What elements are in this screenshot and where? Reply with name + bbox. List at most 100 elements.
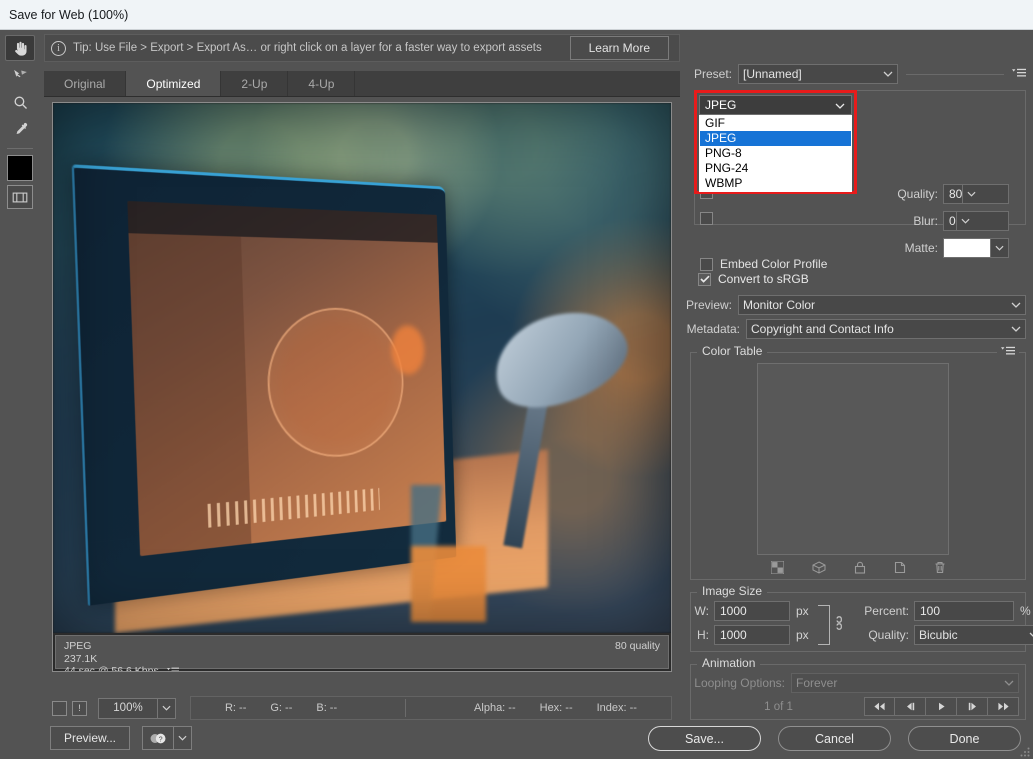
status-bar: ! 100% R: -- G: -- B: -- Alpha: -- Hex: …	[52, 694, 672, 722]
chevron-down-icon	[883, 71, 893, 77]
play-button[interactable]	[926, 697, 957, 716]
matte-row: Matte:	[882, 237, 1026, 259]
metadata-row: Metadata: Copyright and Contact Info	[686, 318, 1026, 340]
percent-unit: %	[1020, 604, 1031, 618]
tab-2up[interactable]: 2-Up	[221, 71, 289, 96]
resize-grip[interactable]	[1020, 746, 1030, 757]
constrain-proportions-toggle[interactable]	[816, 605, 842, 645]
color-readouts: R: -- G: -- B: -- Alpha: -- Hex: -- Inde…	[190, 696, 672, 720]
window-titlebar: Save for Web (100%)	[0, 0, 1033, 30]
chevron-down-icon	[1011, 302, 1021, 308]
new-color-icon[interactable]	[894, 561, 906, 577]
preset-select[interactable]: [Unnamed]	[738, 64, 898, 84]
zoom-tool[interactable]	[5, 89, 35, 115]
web-safe-cube-icon[interactable]	[812, 561, 826, 577]
looping-options-select[interactable]: Forever	[791, 673, 1019, 693]
chevron-down-icon[interactable]	[955, 212, 974, 230]
info-menu-icon[interactable]	[166, 667, 179, 671]
readout-r: R: --	[224, 702, 247, 714]
chevron-down-icon	[1011, 326, 1021, 332]
last-frame-button[interactable]	[988, 697, 1019, 716]
format-option-png24[interactable]: PNG-24	[700, 161, 851, 176]
blur-input[interactable]: 0	[943, 211, 1009, 231]
toggle-slice-visibility-button[interactable]	[7, 185, 33, 209]
format-option-gif[interactable]: GIF	[700, 116, 851, 131]
next-frame-button[interactable]	[957, 697, 988, 716]
view-tabs: Original Optimized 2-Up 4-Up	[44, 71, 680, 97]
progressive-checkbox[interactable]	[700, 212, 713, 228]
tab-original[interactable]: Original	[44, 71, 127, 96]
readout-index: Index: --	[596, 702, 637, 714]
save-button[interactable]: Save...	[648, 726, 761, 751]
zoom-level-select[interactable]: 100%	[98, 697, 176, 719]
chevron-down-icon	[157, 698, 175, 718]
format-option-wbmp[interactable]: WBMP	[700, 176, 851, 191]
animation-title: Animation	[697, 656, 761, 670]
embed-color-profile-checkbox[interactable]	[700, 257, 713, 271]
tab-4up[interactable]: 4-Up	[288, 71, 356, 96]
preview-button[interactable]: Preview...	[50, 726, 130, 750]
first-frame-button[interactable]	[864, 697, 895, 716]
preview-colorspace-value: Monitor Color	[743, 298, 816, 312]
format-option-jpeg[interactable]: JPEG	[700, 131, 851, 146]
format-option-png8[interactable]: PNG-8	[700, 146, 851, 161]
chevron-down-icon	[835, 98, 845, 112]
info-format: JPEG	[64, 640, 92, 652]
format-dropdown-list[interactable]: GIF JPEG PNG-8 PNG-24 WBMP	[699, 115, 852, 192]
tab-optimized[interactable]: Optimized	[126, 71, 222, 96]
matte-color-swatch[interactable]	[943, 238, 1009, 258]
convert-to-srgb-row[interactable]: Convert to sRGB	[698, 272, 809, 286]
blur-row: Blur: 0	[882, 210, 1026, 232]
animation-transport-row: 1 of 1	[693, 697, 1019, 716]
chevron-down-icon[interactable]	[990, 239, 1008, 257]
readout-b: B: --	[316, 702, 338, 714]
quality-value: 80	[949, 187, 963, 201]
image-preview-area[interactable]: JPEG 237.1K 44 sec @ 56.6 Kbps 80 qualit…	[52, 102, 672, 672]
format-selected-value: JPEG	[705, 98, 737, 112]
percent-value: 100	[920, 604, 941, 618]
previous-frame-button[interactable]	[895, 697, 926, 716]
preset-row: Preset: [Unnamed]	[686, 64, 1026, 84]
convert-to-srgb-checkbox[interactable]	[698, 272, 711, 286]
trash-icon[interactable]	[934, 561, 946, 577]
embed-color-profile-row[interactable]: Embed Color Profile	[700, 257, 827, 271]
metadata-select[interactable]: Copyright and Contact Info	[746, 319, 1026, 339]
width-input[interactable]: 1000	[714, 601, 790, 621]
foreground-color-swatch[interactable]	[7, 155, 33, 181]
format-select-closed[interactable]: JPEG	[699, 95, 852, 115]
quality-label: Quality:	[897, 187, 938, 201]
quality-input[interactable]: 80	[943, 184, 1009, 204]
resample-quality-select[interactable]: Bicubic	[914, 625, 1033, 645]
cancel-button[interactable]: Cancel	[778, 726, 891, 751]
metadata-value: Copyright and Contact Info	[751, 322, 894, 336]
optimized-image-preview	[53, 103, 671, 633]
height-input[interactable]: 1000	[714, 625, 790, 645]
percent-input[interactable]: 100	[914, 601, 1014, 621]
select-slice-button[interactable]	[52, 700, 67, 716]
slice-select-tool[interactable]	[5, 62, 35, 88]
preview-colorspace-select[interactable]: Monitor Color	[738, 295, 1026, 315]
color-table-menu-icon[interactable]	[997, 345, 1019, 359]
learn-more-button[interactable]: Learn More	[569, 36, 669, 60]
slice-info-button[interactable]: !	[72, 700, 87, 716]
chevron-down-icon[interactable]	[962, 185, 980, 203]
preview-in-browser-select[interactable]: ?	[142, 726, 192, 750]
dialog-actions: Save... Cancel Done	[648, 726, 1021, 751]
width-value: 1000	[720, 604, 747, 618]
metadata-label: Metadata:	[686, 322, 740, 336]
svg-text:?: ?	[158, 736, 162, 743]
eyedropper-tool[interactable]	[5, 116, 35, 142]
preset-value: [Unnamed]	[743, 67, 802, 81]
lock-icon[interactable]	[854, 561, 866, 577]
transparency-icon[interactable]	[769, 560, 785, 577]
width-row: W: 1000 px	[693, 601, 809, 621]
color-table-swatches[interactable]	[757, 363, 949, 555]
height-value: 1000	[720, 628, 747, 642]
height-row: H: 1000 px	[693, 625, 809, 645]
resample-quality-label: Quality:	[868, 628, 909, 642]
done-button[interactable]: Done	[908, 726, 1021, 751]
preset-panel-menu-icon[interactable]	[1012, 67, 1026, 81]
matte-label: Matte:	[904, 241, 938, 255]
hand-tool[interactable]	[5, 35, 35, 61]
window-title: Save for Web (100%)	[9, 7, 129, 22]
